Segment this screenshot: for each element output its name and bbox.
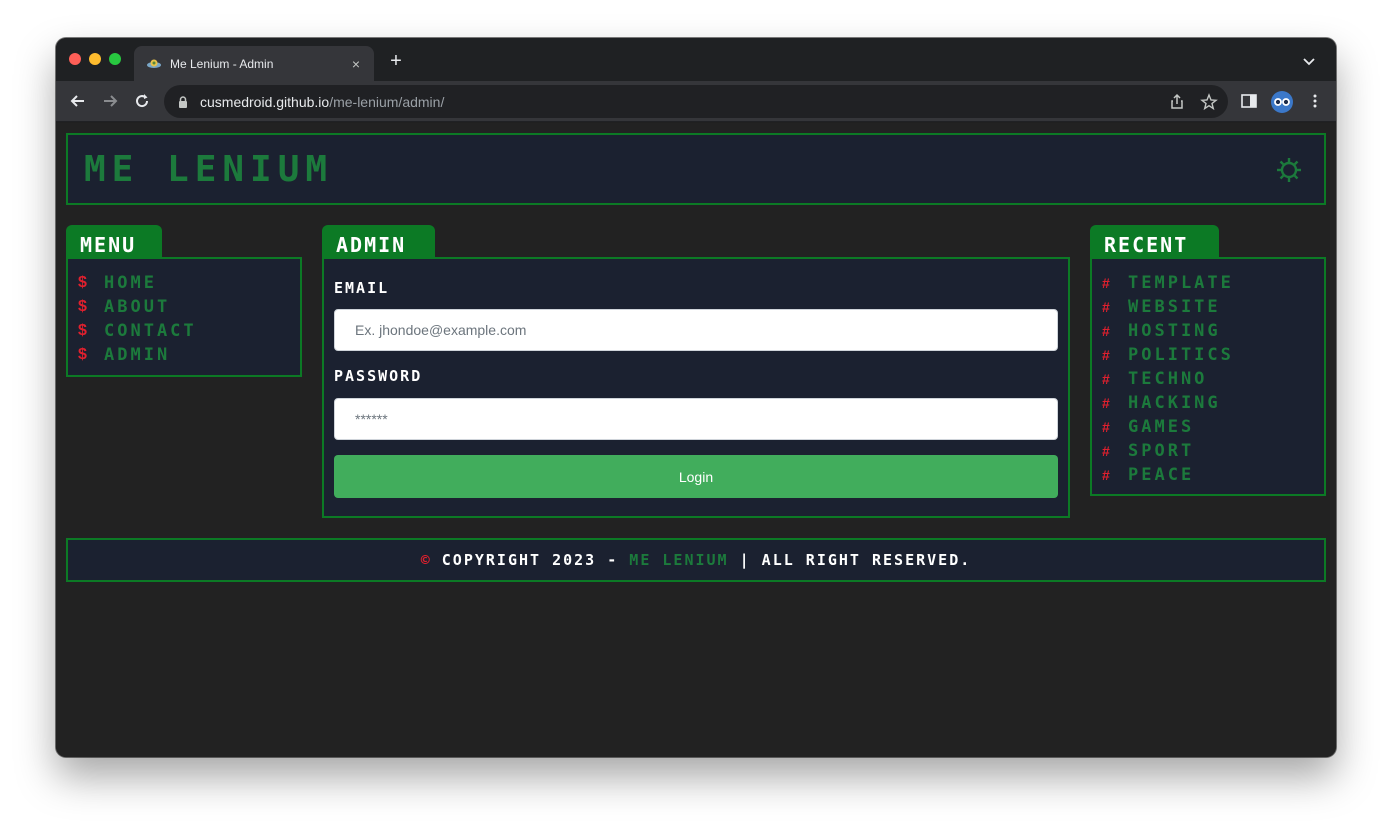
browser-tab[interactable]: Me Lenium - Admin ×: [134, 46, 374, 81]
close-window-button[interactable]: [69, 53, 81, 65]
gear-icon[interactable]: [1276, 157, 1302, 183]
copyright-icon: ©: [420, 551, 432, 569]
reload-icon[interactable]: [132, 91, 152, 111]
recent-item-label: Hosting: [1128, 321, 1221, 341]
dollar-bullet-icon: $: [78, 346, 87, 363]
hash-bullet-icon: #: [1102, 275, 1110, 291]
login-button[interactable]: Login: [334, 455, 1058, 498]
forward-arrow-icon[interactable]: [100, 91, 120, 111]
recent-item-label: Politics: [1128, 345, 1234, 365]
recent-item-label: Games: [1128, 417, 1195, 437]
menu-list: $ Home $ About $ Contact $ Admin: [68, 259, 300, 379]
site-footer: © Copyright 2023 - Me Lenium | All Right…: [66, 538, 1326, 582]
hash-bullet-icon: #: [1102, 443, 1110, 459]
url-text: cusmedroid.github.io/me-lenium/admin/: [200, 94, 444, 110]
admin-panel-title: Admin: [322, 225, 435, 261]
menu-item-contact[interactable]: $ Contact: [78, 319, 290, 343]
hash-bullet-icon: #: [1102, 419, 1110, 435]
menu-item-label: Contact: [104, 321, 197, 341]
recent-panel: # Template # Website # Hosting # Politics # T…: [1090, 257, 1326, 496]
new-tab-button[interactable]: +: [386, 51, 406, 71]
browser-window: Me Lenium - Admin × + cusmedroid.github.…: [56, 38, 1336, 757]
menu-item-admin[interactable]: $ Admin: [78, 343, 290, 367]
url-host: cusmedroid.github.io: [200, 93, 330, 110]
site-title[interactable]: Me Lenium: [84, 149, 333, 190]
recent-item-hosting[interactable]: # Hosting: [1102, 319, 1314, 343]
share-icon[interactable]: [1168, 93, 1186, 111]
footer-suffix: | All Right Reserved.: [728, 551, 972, 569]
recent-item-template[interactable]: # Template: [1102, 271, 1314, 295]
recent-item-sport[interactable]: # Sport: [1102, 439, 1314, 463]
menu-item-label: Admin: [104, 345, 171, 365]
tab-bar: Me Lenium - Admin × +: [56, 38, 1336, 81]
dollar-bullet-icon: $: [78, 322, 87, 339]
footer-prefix: Copyright 2023 -: [441, 551, 630, 569]
chevron-down-icon[interactable]: [1302, 54, 1316, 68]
bookmark-star-icon[interactable]: [1200, 93, 1218, 111]
maximize-window-button[interactable]: [109, 53, 121, 65]
menu-panel: $ Home $ About $ Contact $ Admin: [66, 257, 302, 377]
password-field[interactable]: [334, 398, 1058, 440]
footer-brand-link[interactable]: Me Lenium: [629, 551, 728, 569]
hash-bullet-icon: #: [1102, 395, 1110, 411]
dollar-bullet-icon: $: [78, 298, 87, 315]
recent-panel-title: Recent: [1090, 225, 1219, 261]
menu-panel-title: Menu: [66, 225, 162, 261]
recent-item-games[interactable]: # Games: [1102, 415, 1314, 439]
browser-toolbar: cusmedroid.github.io/me-lenium/admin/: [56, 81, 1336, 122]
hash-bullet-icon: #: [1102, 323, 1110, 339]
dollar-bullet-icon: $: [78, 274, 87, 291]
site-header: Me Lenium: [66, 133, 1326, 205]
menu-item-home[interactable]: $ Home: [78, 271, 290, 295]
back-arrow-icon[interactable]: [68, 91, 88, 111]
tab-close-icon[interactable]: ×: [348, 56, 364, 72]
recent-item-label: Hacking: [1128, 393, 1221, 413]
hash-bullet-icon: #: [1102, 299, 1110, 315]
side-panel-icon[interactable]: [1240, 92, 1258, 110]
recent-item-label: Template: [1128, 273, 1234, 293]
hash-bullet-icon: #: [1102, 467, 1110, 483]
recent-item-label: Website: [1128, 297, 1221, 317]
menu-item-about[interactable]: $ About: [78, 295, 290, 319]
page-viewport: Me Lenium Menu $ Home $ About: [56, 123, 1336, 757]
recent-item-label: Peace: [1128, 465, 1195, 485]
recent-list: # Template # Website # Hosting # Politics # T…: [1092, 259, 1324, 499]
admin-login-form: Email Password Login: [322, 257, 1070, 518]
recent-item-hacking[interactable]: # Hacking: [1102, 391, 1314, 415]
menu-item-label: About: [104, 297, 171, 317]
menu-item-label: Home: [104, 273, 157, 293]
recent-item-techno[interactable]: # Techno: [1102, 367, 1314, 391]
recent-item-label: Sport: [1128, 441, 1195, 461]
profile-avatar-icon[interactable]: [1270, 90, 1294, 114]
recent-item-website[interactable]: # Website: [1102, 295, 1314, 319]
url-path: /me-lenium/admin/: [329, 93, 445, 110]
email-label: Email: [334, 279, 390, 297]
address-bar[interactable]: cusmedroid.github.io/me-lenium/admin/: [164, 85, 1228, 118]
email-field[interactable]: [334, 309, 1058, 351]
hash-bullet-icon: #: [1102, 371, 1110, 387]
hash-bullet-icon: #: [1102, 347, 1110, 363]
lock-icon: [179, 95, 187, 108]
tab-title: Me Lenium - Admin: [170, 56, 274, 71]
password-label: Password: [334, 367, 423, 385]
recent-item-peace[interactable]: # Peace: [1102, 463, 1314, 487]
minimize-window-button[interactable]: [89, 53, 101, 65]
kebab-menu-icon[interactable]: [1306, 92, 1324, 110]
site-favicon-icon: [147, 59, 161, 68]
recent-item-label: Techno: [1128, 369, 1208, 389]
recent-item-politics[interactable]: # Politics: [1102, 343, 1314, 367]
